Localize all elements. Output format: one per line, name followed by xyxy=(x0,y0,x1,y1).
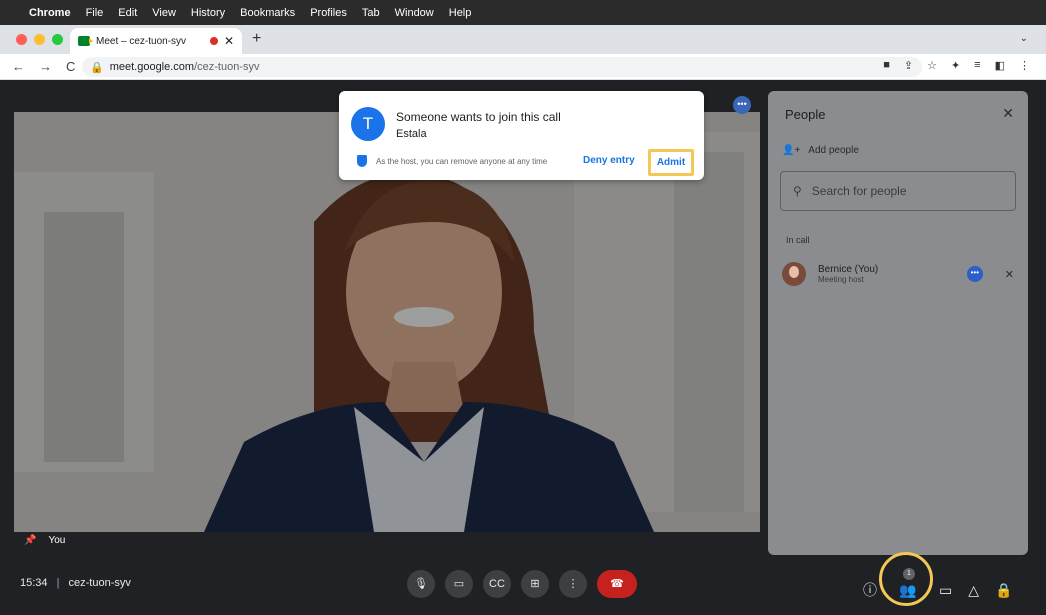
recording-indicator-icon xyxy=(209,37,218,45)
tab-search-button[interactable]: ⌄ xyxy=(1020,33,1028,44)
tab-meet[interactable]: Meet – cez-tuon-syv ✕ xyxy=(70,28,242,54)
reload-button[interactable]: C xyxy=(66,59,75,74)
tab-close-button[interactable]: ✕ xyxy=(224,34,234,48)
side-panel-icon[interactable]: ◧ xyxy=(995,59,1005,72)
meeting-code: cez-tuon-syv xyxy=(68,577,131,589)
window-controls xyxy=(16,34,63,45)
forward-button[interactable]: → xyxy=(39,59,52,74)
microphone-icon[interactable]: 🎙 xyxy=(407,570,435,598)
meeting-details: 15:34 | cez-tuon-syv xyxy=(20,577,131,589)
meet-stage: 📌 You ••• People ✕ 👤+ Add people ⚲ Searc… xyxy=(0,80,1046,615)
camera-icon[interactable]: ▭ xyxy=(445,570,473,598)
close-people-panel-button[interactable]: ✕ xyxy=(1002,105,1014,122)
requester-name: Estala xyxy=(396,128,427,140)
menu-history[interactable]: History xyxy=(191,7,225,19)
present-screen-icon[interactable]: ⊞ xyxy=(521,570,549,598)
camera-in-use-icon[interactable]: ■ xyxy=(883,59,890,72)
add-people-label: Add people xyxy=(808,145,859,156)
participant-name: Bernice (You) xyxy=(818,264,879,275)
add-people-button[interactable]: 👤+ Add people xyxy=(782,145,859,156)
call-controls: 🎙 ▭ CC ⊞ ⋮ ☎ xyxy=(407,570,637,598)
menu-file[interactable]: File xyxy=(86,7,104,19)
menu-window[interactable]: Window xyxy=(395,7,434,19)
separator: | xyxy=(56,577,60,589)
chat-icon[interactable]: ▭ xyxy=(939,582,952,599)
menu-tab[interactable]: Tab xyxy=(362,7,380,19)
join-request-title: Someone wants to join this call xyxy=(396,110,561,124)
search-icon: ⚲ xyxy=(793,184,802,198)
menu-profiles[interactable]: Profiles xyxy=(310,7,347,19)
clock-time: 15:34 xyxy=(20,577,48,589)
people-panel: People ✕ 👤+ Add people ⚲ Search for peop… xyxy=(768,91,1028,555)
tab-title: Meet – cez-tuon-syv xyxy=(96,35,187,47)
meeting-info-icon[interactable]: ⓘ xyxy=(863,580,877,600)
people-panel-title: People xyxy=(785,107,826,122)
tab-strip: Meet – cez-tuon-syv ✕ + ⌄ xyxy=(0,25,1046,54)
browser-toolbar: ← → C 🔒 meet.google.com/cez-tuon-syv ■ ⇪… xyxy=(0,54,1046,80)
url-text: meet.google.com/cez-tuon-syv xyxy=(109,61,260,73)
minimize-window-button[interactable] xyxy=(34,34,45,45)
in-call-section-label: In call xyxy=(786,235,810,245)
more-options-vertical-icon[interactable]: ⋮ xyxy=(559,570,587,598)
participant-row: Bernice (You) Meeting host ••• ✕ xyxy=(782,259,1014,289)
self-name: You xyxy=(48,535,66,546)
deny-entry-button[interactable]: Deny entry xyxy=(583,155,635,166)
mac-menubar: Chrome File Edit View History Bookmarks … xyxy=(0,0,1046,25)
search-placeholder: Search for people xyxy=(811,184,907,198)
admit-button[interactable]: Admit xyxy=(648,149,694,176)
search-people-input[interactable]: ⚲ Search for people xyxy=(780,171,1016,211)
chrome-menu-icon[interactable]: ⋮ xyxy=(1019,59,1030,72)
lock-icon: 🔒 xyxy=(90,61,104,74)
activities-icon[interactable]: △ xyxy=(968,582,979,599)
address-bar[interactable]: 🔒 meet.google.com/cez-tuon-syv xyxy=(82,57,922,77)
participant-more-options-icon[interactable]: ••• xyxy=(966,266,983,282)
menu-help[interactable]: Help xyxy=(449,7,472,19)
bookmark-star-icon[interactable]: ☆ xyxy=(927,59,937,72)
menu-chrome[interactable]: Chrome xyxy=(29,7,71,19)
participant-role: Meeting host xyxy=(818,275,864,284)
zoom-window-button[interactable] xyxy=(52,34,63,45)
host-controls-icon[interactable]: 🔒 xyxy=(995,582,1012,599)
self-view-label: 📌 You xyxy=(24,535,65,546)
menu-edit[interactable]: Edit xyxy=(118,7,137,19)
meet-favicon-icon xyxy=(78,36,93,46)
reading-list-icon[interactable]: ≡ xyxy=(974,59,980,72)
captions-icon[interactable]: CC xyxy=(483,570,511,598)
share-icon[interactable]: ⇪ xyxy=(904,59,913,72)
join-request-dialog: T Someone wants to join this call Estala… xyxy=(339,91,704,180)
new-tab-button[interactable]: + xyxy=(252,30,261,48)
more-options-icon[interactable]: ••• xyxy=(733,96,751,114)
extensions-icon[interactable]: ✦ xyxy=(951,59,960,72)
shield-icon xyxy=(357,155,367,167)
back-button[interactable]: ← xyxy=(12,59,25,74)
menu-view[interactable]: View xyxy=(152,7,176,19)
hang-up-button[interactable]: ☎ xyxy=(597,570,637,598)
close-window-button[interactable] xyxy=(16,34,27,45)
mic-off-icon: ✕ xyxy=(1004,268,1014,281)
people-button-highlight xyxy=(879,552,933,606)
add-person-icon: 👤+ xyxy=(782,145,801,156)
pin-icon[interactable]: 📌 xyxy=(24,535,36,546)
avatar xyxy=(782,262,806,286)
host-hint-text: As the host, you can remove anyone at an… xyxy=(376,157,548,166)
menu-bookmarks[interactable]: Bookmarks xyxy=(240,7,295,19)
requester-avatar: T xyxy=(351,107,385,141)
